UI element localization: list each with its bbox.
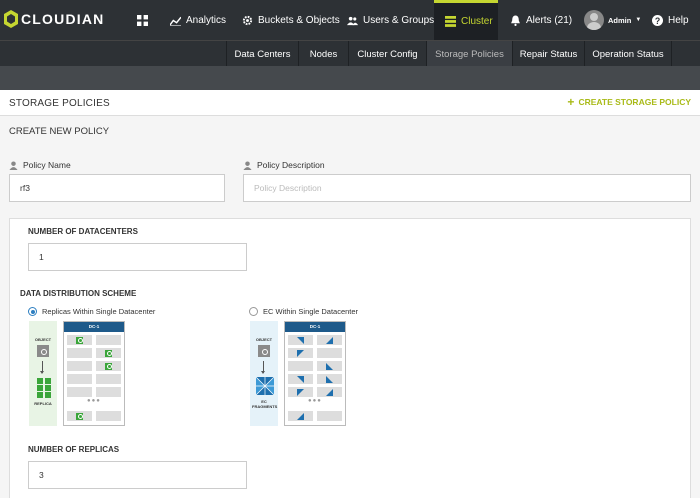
create-storage-policy-label: CREATE STORAGE POLICY [578,97,691,107]
radio-ec-label: EC Within Single Datacenter [263,307,359,316]
create-storage-policy-button[interactable]: + CREATE STORAGE POLICY [567,95,691,109]
ec-diagram: OBJECT EC FRAGMENTS DC-1 ●●● [250,321,346,426]
replica-dc-header: DC-1 [64,322,124,332]
ec-object-label: OBJECT [255,337,273,342]
users-icon [347,16,358,25]
brand-name: CLOUDIAN [21,11,105,27]
subnav-nodes[interactable]: Nodes [298,41,348,67]
replicas-input[interactable] [28,461,247,489]
chevron-down-icon: ▼ [635,17,642,23]
nav-buckets-objects[interactable]: Buckets & Objects [242,0,340,40]
cloudian-logo[interactable]: CLOUDIAN [4,10,104,28]
page-header: STORAGE POLICIES + CREATE STORAGE POLICY [0,90,700,116]
cloudian-logo-icon [4,10,18,28]
subnav-operation-status[interactable]: Operation Status [584,41,672,67]
person-icon [9,160,18,170]
radio-ec-single-dc[interactable]: EC Within Single Datacenter [249,307,358,316]
subnav-cluster-config[interactable]: Cluster Config [348,41,426,67]
analytics-chart-icon [170,16,181,26]
object-icon [37,345,49,357]
replica-object-label: OBJECT [34,337,52,342]
policy-name-input[interactable] [9,174,225,202]
nav-cluster[interactable]: Cluster [434,0,498,40]
dashboard-grid-icon [136,14,148,26]
nav-users-groups[interactable]: Users & Groups [347,0,434,40]
section-title: CREATE NEW POLICY [9,126,110,137]
gear-icon [242,15,253,25]
replica-caption: REPLICA [34,401,52,406]
nav-help-label: Help [668,14,689,26]
ec-fragments-icon [256,377,274,395]
create-policy-form: CREATE NEW POLICY Policy Name Policy Des… [0,116,700,498]
nav-dashboard[interactable] [128,0,156,40]
nav-alerts-label: Alerts (21) [526,14,573,26]
radio-checked-icon[interactable] [28,307,37,316]
sub-nav: Data Centers Nodes Cluster Config Storag… [0,40,700,67]
svg-text:?: ? [655,15,660,25]
cluster-grid-icon [445,16,456,27]
subnav-data-centers[interactable]: Data Centers [226,41,298,67]
nav-help[interactable]: ? Help [652,0,689,40]
radio-unchecked-icon[interactable] [249,307,258,316]
nav-users-label: Users & Groups [363,14,435,26]
datacenters-label: NUMBER OF DATACENTERS [28,227,138,236]
plus-icon: + [567,95,575,109]
user-name: Admin [608,15,632,25]
ec-caption: EC FRAGMENTS [252,399,278,409]
radio-replicas-single-dc[interactable]: Replicas Within Single Datacenter [28,307,155,316]
nav-alerts[interactable]: Alerts (21) [510,0,572,40]
replica-blocks-icon [37,378,51,398]
bell-icon [511,15,520,26]
person-icon [243,160,252,170]
policy-description-input[interactable] [243,174,691,202]
subnav-repair-status[interactable]: Repair Status [512,41,584,67]
header-band [0,66,700,90]
datacenters-input[interactable] [28,243,247,271]
ec-dc-header: DC-1 [285,322,345,332]
policy-description-label-text: Policy Description [257,160,325,170]
avatar [584,10,604,30]
policy-description-label: Policy Description [243,160,325,170]
nav-analytics[interactable]: Analytics [170,0,226,40]
distribution-scheme-label: DATA DISTRIBUTION SCHEME [20,289,137,298]
help-icon: ? [652,14,663,26]
replica-side-panel: OBJECT REPLICA [29,321,57,426]
nav-analytics-label: Analytics [186,14,227,26]
ec-side-panel: OBJECT EC FRAGMENTS [250,321,278,426]
radio-replicas-label: Replicas Within Single Datacenter [42,307,156,316]
ec-dc-frame: DC-1 ●●● [284,321,346,426]
object-icon [258,345,270,357]
nav-buckets-label: Buckets & Objects [258,14,340,26]
arrow-down-icon [261,361,265,374]
replica-diagram: OBJECT REPLICA DC-1 ●●● [29,321,125,426]
page-title: STORAGE POLICIES [9,98,110,109]
nav-cluster-label: Cluster [461,16,493,27]
policy-name-label: Policy Name [9,160,71,170]
subnav-storage-policies[interactable]: Storage Policies [426,41,512,67]
top-nav: CLOUDIAN Analytics Buckets & Objects Use… [0,0,700,40]
user-menu[interactable]: Admin ▼ [584,0,641,40]
replica-dc-frame: DC-1 ●●● [63,321,125,426]
arrow-down-icon [40,361,44,374]
policy-name-label-text: Policy Name [23,160,71,170]
replicas-label: NUMBER OF REPLICAS [28,445,120,454]
policy-settings-panel: NUMBER OF DATACENTERS DATA DISTRIBUTION … [9,218,691,498]
